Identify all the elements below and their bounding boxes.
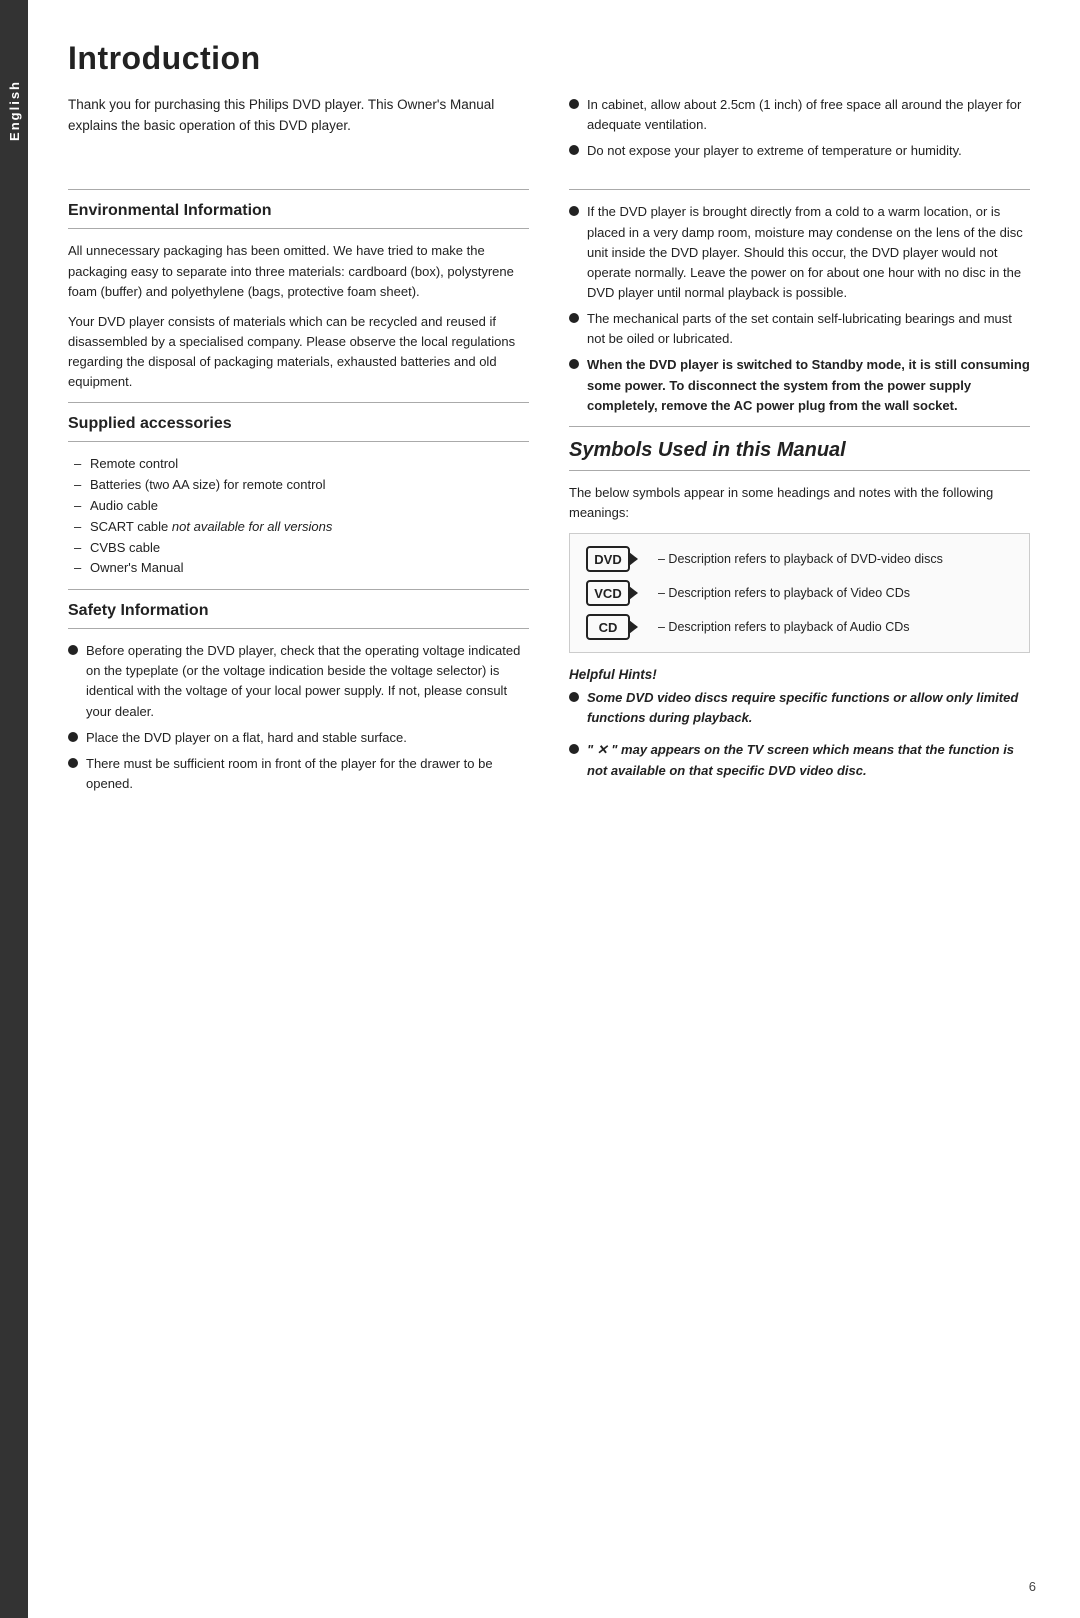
bullet-icon-0: [569, 99, 579, 109]
symbols-box: DVD – Description refers to playback of …: [569, 533, 1030, 653]
symbol-cd-arrow: [629, 620, 638, 634]
safety-bullet-text-0: Before operating the DVD player, check t…: [86, 641, 529, 722]
symbol-row-dvd: DVD – Description refers to playback of …: [586, 546, 1013, 572]
safety-bullet-text-1: Place the DVD player on a flat, hard and…: [86, 728, 407, 748]
right-bullet-cont-2: When the DVD player is switched to Stand…: [569, 355, 1030, 415]
page-number: 6: [1029, 1579, 1036, 1594]
symbol-badge-dvd: DVD: [586, 546, 630, 572]
right-bullet-cont-text-1: The mechanical parts of the set contain …: [587, 309, 1030, 349]
supplied-item-3: SCART cable not available for all versio…: [74, 517, 529, 538]
symbol-row-cd: CD – Description refers to playback of A…: [586, 614, 1013, 640]
symbol-desc-vcd: – Description refers to playback of Vide…: [658, 586, 910, 600]
env-para2: Your DVD player consists of materials wh…: [68, 312, 529, 393]
bullet-icon-cont-2: [569, 359, 579, 369]
symbol-vcd-arrow: [629, 586, 638, 600]
safety-bullet-icon-1: [68, 732, 78, 742]
hint-text-0: Some DVD video discs require specific fu…: [587, 688, 1030, 728]
hint-bullet-icon-1: [569, 744, 579, 754]
supplied-item-text-3: SCART cable not available for all versio…: [90, 519, 332, 534]
supplied-item-text-4: CVBS cable: [90, 540, 160, 555]
helpful-hints-title: Helpful Hints!: [569, 667, 1030, 682]
divider-safety2: [68, 628, 529, 629]
right-bullet-text-0: In cabinet, allow about 2.5cm (1 inch) o…: [587, 95, 1030, 135]
divider-env: [68, 189, 529, 190]
bullet-icon-1: [569, 145, 579, 155]
intro-row: Thank you for purchasing this Philips DV…: [68, 95, 1030, 171]
safety-bullet-icon-2: [68, 758, 78, 768]
side-tab: English: [0, 0, 28, 1618]
supplied-item-0: Remote control: [74, 454, 529, 475]
right-bullet-cont-0: If the DVD player is brought directly fr…: [569, 202, 1030, 303]
intro-text: Thank you for purchasing this Philips DV…: [68, 95, 529, 137]
right-bullet-text-1: Do not expose your player to extreme of …: [587, 141, 962, 161]
safety-bullet-icon-0: [68, 645, 78, 655]
supplied-item-text-5: Owner's Manual: [90, 560, 184, 575]
supplied-item-text-1: Batteries (two AA size) for remote contr…: [90, 477, 326, 492]
symbol-badge-cd-text: CD: [599, 620, 618, 635]
divider-right-top: [569, 189, 1030, 190]
right-bullet-cont-text-0: If the DVD player is brought directly fr…: [587, 202, 1030, 303]
divider-supplied2: [68, 441, 529, 442]
supplied-heading: Supplied accessories: [68, 415, 529, 433]
helpful-hint-0: Some DVD video discs require specific fu…: [569, 688, 1030, 734]
symbols-heading: Symbols Used in this Manual: [569, 439, 1030, 462]
main-content: Introduction Thank you for purchasing th…: [28, 0, 1080, 1618]
safety-bullet-0: Before operating the DVD player, check t…: [68, 641, 529, 722]
right-bullet-cont-text-2: When the DVD player is switched to Stand…: [587, 355, 1030, 415]
two-column-layout: Environmental Information All unnecessar…: [68, 181, 1030, 804]
right-bullet-0: In cabinet, allow about 2.5cm (1 inch) o…: [569, 95, 1030, 135]
supplied-item-text-2: Audio cable: [90, 498, 158, 513]
supplied-item-2: Audio cable: [74, 496, 529, 517]
left-column: Environmental Information All unnecessar…: [68, 181, 529, 804]
right-bullet-cont-1: The mechanical parts of the set contain …: [569, 309, 1030, 349]
env-para1: All unnecessary packaging has been omitt…: [68, 241, 529, 301]
symbol-badge-cd: CD: [586, 614, 630, 640]
right-bullet-1: Do not expose your player to extreme of …: [569, 141, 1030, 161]
hint-text-1: " ✕ " may appears on the TV screen which…: [587, 740, 1030, 780]
intro-right: In cabinet, allow about 2.5cm (1 inch) o…: [569, 95, 1030, 171]
symbol-badge-dvd-text: DVD: [594, 552, 621, 567]
symbols-intro: The below symbols appear in some heading…: [569, 483, 1030, 523]
page-title: Introduction: [68, 40, 1030, 77]
bullet-icon-cont-1: [569, 313, 579, 323]
page-container: English Introduction Thank you for purch…: [0, 0, 1080, 1618]
safety-bullet-text-2: There must be sufficient room in front o…: [86, 754, 529, 794]
symbol-badge-vcd-text: VCD: [594, 586, 621, 601]
safety-bullet-1: Place the DVD player on a flat, hard and…: [68, 728, 529, 748]
env-heading: Environmental Information: [68, 202, 529, 220]
safety-heading: Safety Information: [68, 602, 529, 620]
hint-bullet-icon-0: [569, 692, 579, 702]
right-bullet-list-cont: If the DVD player is brought directly fr…: [569, 202, 1030, 415]
supplied-item-text-0: Remote control: [90, 456, 178, 471]
safety-bullet-2: There must be sufficient room in front o…: [68, 754, 529, 794]
divider-safety: [68, 589, 529, 590]
divider-env2: [68, 228, 529, 229]
symbol-badge-wrap-vcd: VCD: [586, 580, 646, 606]
right-column: If the DVD player is brought directly fr…: [569, 181, 1030, 804]
symbol-desc-dvd: – Description refers to playback of DVD-…: [658, 552, 943, 566]
helpful-hints-list: Some DVD video discs require specific fu…: [569, 688, 1030, 787]
symbol-badge-vcd: VCD: [586, 580, 630, 606]
supplied-list: Remote control Batteries (two AA size) f…: [74, 454, 529, 579]
supplied-item-1: Batteries (two AA size) for remote contr…: [74, 475, 529, 496]
supplied-item-4: CVBS cable: [74, 538, 529, 559]
supplied-item-5: Owner's Manual: [74, 558, 529, 579]
divider-symbols2: [569, 470, 1030, 471]
intro-left: Thank you for purchasing this Philips DV…: [68, 95, 529, 171]
right-intro-bullet-list: In cabinet, allow about 2.5cm (1 inch) o…: [569, 95, 1030, 161]
helpful-hint-1: " ✕ " may appears on the TV screen which…: [569, 740, 1030, 786]
safety-bullet-list: Before operating the DVD player, check t…: [68, 641, 529, 794]
bullet-icon-cont-0: [569, 206, 579, 216]
divider-supplied: [68, 402, 529, 403]
side-tab-label: English: [7, 80, 22, 141]
symbol-badge-wrap-dvd: DVD: [586, 546, 646, 572]
divider-symbols: [569, 426, 1030, 427]
symbol-dvd-arrow: [629, 552, 638, 566]
symbol-row-vcd: VCD – Description refers to playback of …: [586, 580, 1013, 606]
symbol-desc-cd: – Description refers to playback of Audi…: [658, 620, 910, 634]
symbol-badge-wrap-cd: CD: [586, 614, 646, 640]
